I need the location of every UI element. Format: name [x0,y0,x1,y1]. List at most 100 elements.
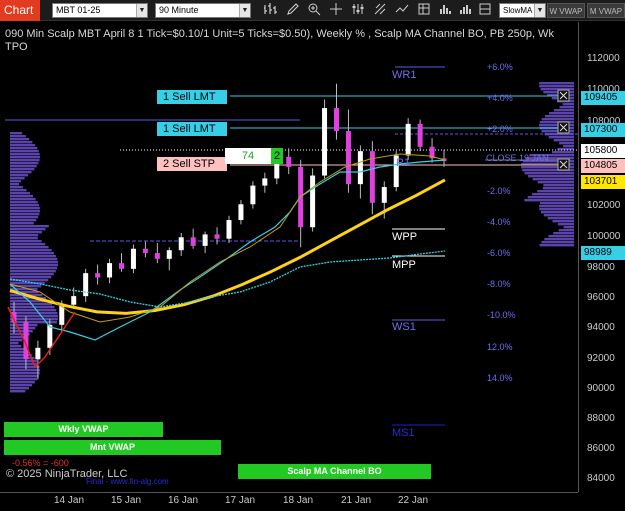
volume-profile-bar [528,175,574,178]
volume-profile-bar [10,180,21,183]
stop-quantity-value[interactable]: 74 [225,148,271,164]
monthly-vwap-button[interactable]: Mnt VWAP [4,440,221,455]
candle-body [35,347,41,360]
volume-profile-bar [10,153,40,156]
scalp-ma-channel-button[interactable]: Scalp MA Channel BO [238,464,431,479]
volume-profile-bar [532,193,574,196]
sell-limit-order-2[interactable]: 1 Sell LMT [157,122,227,136]
volume-profile-bar [547,217,574,220]
sell-stop-order[interactable]: 2 Sell STP [157,157,227,171]
volume-profile-bar [10,135,26,138]
volume-profile-bar [10,267,58,270]
volume-profile-bar [10,273,54,276]
chart-tab[interactable]: Chart [0,0,40,21]
volume-profile-bar [10,237,38,240]
pencil-icon[interactable] [285,2,301,18]
candle-body [262,178,268,186]
close-order-icon[interactable] [557,121,570,134]
slowma-select[interactable]: SlowMA ▼ [499,3,546,18]
volume-profile-bar [543,184,574,187]
volume-profile-bar [10,252,55,255]
volume-profile-bar [559,106,574,109]
price-tick: 94000 [587,322,615,333]
chevron-down-icon: ▼ [534,4,545,17]
volume-profile-bar [10,228,46,231]
chart-title-line2: TPO [5,41,28,53]
volume-profile-bar [10,249,52,252]
weekly-vwap-button[interactable]: Wkly VWAP [4,422,163,437]
volume-profile-bar [10,312,58,315]
snapshot-icon[interactable] [458,2,474,18]
chart-panel[interactable]: 090 Min Scalp MBT April 8 1 Tick=$0.10/1… [0,22,578,492]
volume-profile-bar [10,132,23,135]
properties-icon[interactable] [350,2,366,18]
price-tick: 92000 [587,353,615,364]
volume-profile-bar [10,309,57,312]
watermark-text: Final - www.fin-alg.com [86,477,169,486]
volume-profile-bar [10,339,23,342]
volume-profile-bar [10,171,32,174]
stop-quantity-marker[interactable]: 2 [271,148,283,164]
volume-profile-bar [10,177,25,180]
crosshair-icon[interactable] [328,2,344,18]
close-19jan-label: CLOSE 19 JAN [486,153,549,163]
volume-profile-icon[interactable] [438,2,454,18]
interval-value: 90 Minute [159,5,199,15]
volume-profile-bar [10,342,19,345]
close-order-icon[interactable] [557,158,570,171]
price-box-sell-stp: 104805 [581,159,625,173]
price-box-sell-lmt-1: 109405 [581,91,625,105]
time-tick: 15 Jan [111,495,142,506]
candle-body [405,123,411,156]
volume-profile-bar [540,202,574,205]
monthly-vwap-toggle[interactable]: M VWAP [587,3,625,18]
time-tick: 17 Jan [225,495,256,506]
sell-limit-order-1[interactable]: 1 Sell LMT [157,90,227,104]
strategy-icon[interactable] [394,2,410,18]
candle-body [47,324,53,348]
volume-profile-bar [10,390,26,393]
candle-body [417,123,423,147]
volume-profile-bar [537,190,574,193]
weekly-vwap-toggle[interactable]: W VWAP [547,3,585,18]
bar-type-icon[interactable] [262,2,278,18]
instrument-select[interactable]: MBT 01-25 ▼ [52,3,148,18]
volume-profile-bar [10,150,39,153]
zoom-in-icon[interactable] [306,2,322,18]
volume-profile-bar [10,345,22,348]
pct-label: -4.0% [487,217,511,227]
chart-title: 090 Min Scalp MBT April 8 1 Tick=$0.10/1… [5,28,575,54]
volume-profile-bar [10,276,52,279]
volume-profile-bar [10,234,39,237]
volume-profile-bar [10,258,58,261]
pct-label: -10.0% [487,310,516,320]
candle-body [322,108,328,176]
ws1-label: WS1 [392,321,416,333]
volume-profile-bar [557,223,574,226]
pct-label: -2.0% [487,186,511,196]
chevron-down-icon: ▼ [239,4,250,17]
volume-profile-bar [539,205,574,208]
volume-profile-bar [563,145,574,148]
volume-profile-bar [537,181,574,184]
candle-body [226,220,232,239]
volume-profile-bar [10,147,38,150]
volume-profile-bar [10,348,26,351]
mpp-label: MPP [392,259,416,271]
draw-tools-icon[interactable] [372,2,388,18]
candle-body [202,234,208,246]
data-box-icon[interactable] [416,2,432,18]
layout-icon[interactable] [477,2,493,18]
volume-profile-left [10,132,58,393]
time-axis[interactable]: 14 Jan 15 Jan 16 Jan 17 Jan 18 Jan 21 Ja… [0,492,578,511]
volume-profile-bar [554,109,574,112]
interval-select[interactable]: 90 Minute ▼ [155,3,251,18]
close-order-icon[interactable] [557,89,570,102]
volume-profile-bar [552,151,574,154]
volume-profile-bar [10,270,56,273]
price-axis[interactable]: 112000 110000 108000 106000 104000 10200… [578,22,625,492]
pct-label: +4.0% [487,93,513,103]
candle-body [357,151,363,185]
volume-profile-bar [557,148,574,151]
volume-profile-bar [527,196,574,199]
